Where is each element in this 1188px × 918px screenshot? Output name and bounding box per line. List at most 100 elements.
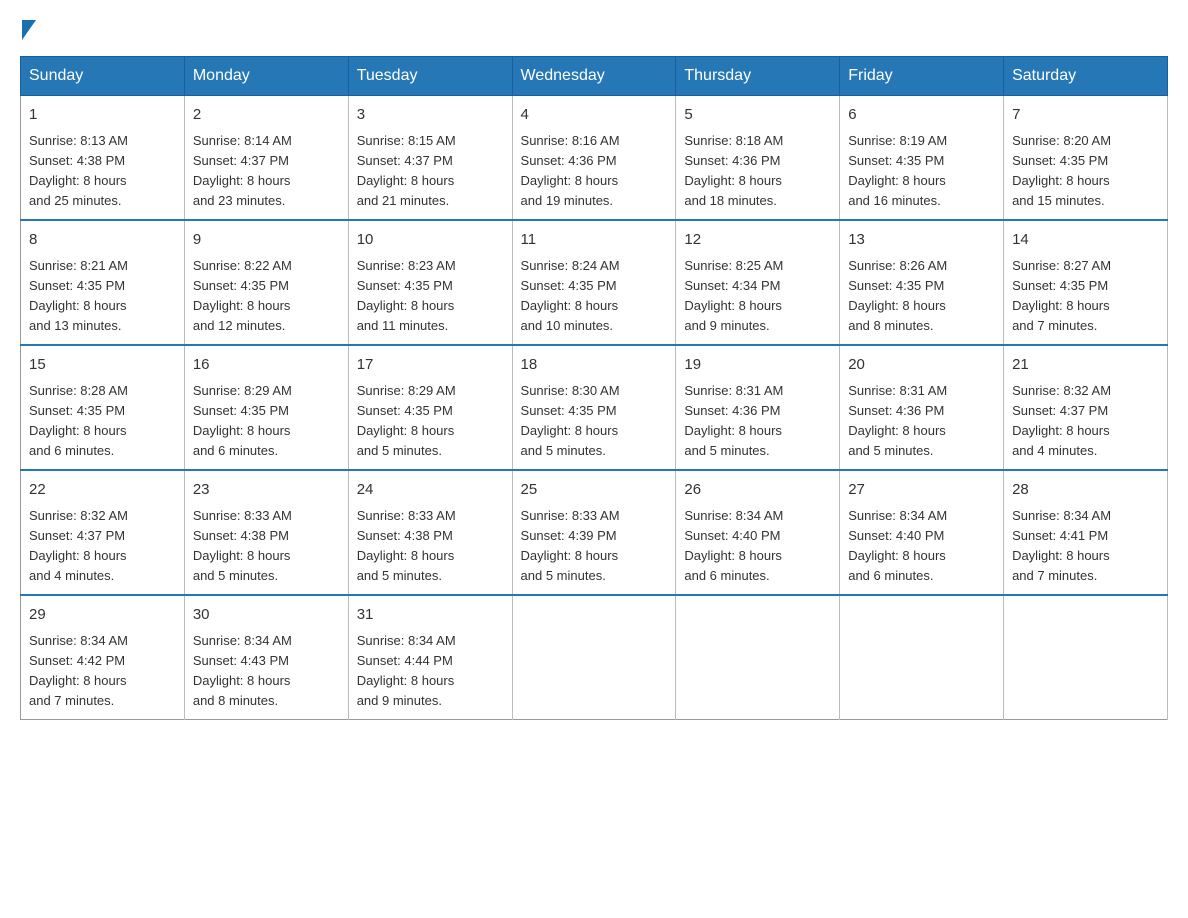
logo-text <box>20 20 38 40</box>
calendar-cell: 13 Sunrise: 8:26 AMSunset: 4:35 PMDayligh… <box>840 220 1004 345</box>
calendar-week-row: 22 Sunrise: 8:32 AMSunset: 4:37 PMDayligh… <box>21 470 1168 595</box>
calendar-cell: 24 Sunrise: 8:33 AMSunset: 4:38 PMDayligh… <box>348 470 512 595</box>
cell-content: Sunrise: 8:24 AMSunset: 4:35 PMDaylight:… <box>521 256 668 337</box>
cell-content: Sunrise: 8:19 AMSunset: 4:35 PMDaylight:… <box>848 131 995 212</box>
day-number: 6 <box>848 104 995 127</box>
cell-content: Sunrise: 8:34 AMSunset: 4:44 PMDaylight:… <box>357 631 504 712</box>
calendar-week-row: 1Sunrise: 8:13 AMSunset: 4:38 PMDaylight… <box>21 96 1168 221</box>
calendar-cell: 6 Sunrise: 8:19 AMSunset: 4:35 PMDaylight… <box>840 96 1004 221</box>
cell-content: Sunrise: 8:32 AMSunset: 4:37 PMDaylight:… <box>1012 381 1159 462</box>
calendar-cell: 27 Sunrise: 8:34 AMSunset: 4:40 PMDayligh… <box>840 470 1004 595</box>
day-number: 2 <box>193 104 340 127</box>
calendar-week-row: 29 Sunrise: 8:34 AMSunset: 4:42 PMDayligh… <box>21 595 1168 720</box>
calendar-cell: 29 Sunrise: 8:34 AMSunset: 4:42 PMDayligh… <box>21 595 185 720</box>
cell-content: Sunrise: 8:34 AMSunset: 4:42 PMDaylight:… <box>29 631 176 712</box>
cell-content: Sunrise: 8:29 AMSunset: 4:35 PMDaylight:… <box>357 381 504 462</box>
day-number: 18 <box>521 354 668 377</box>
calendar-cell: 30Sunrise: 8:34 AMSunset: 4:43 PMDayligh… <box>184 595 348 720</box>
weekday-header-monday: Monday <box>184 57 348 96</box>
calendar-cell: 8 Sunrise: 8:21 AMSunset: 4:35 PMDaylight… <box>21 220 185 345</box>
cell-content: Sunrise: 8:33 AMSunset: 4:38 PMDaylight:… <box>357 506 504 587</box>
cell-content: Sunrise: 8:20 AMSunset: 4:35 PMDaylight:… <box>1012 131 1159 212</box>
cell-content: Sunrise: 8:23 AMSunset: 4:35 PMDaylight:… <box>357 256 504 337</box>
day-number: 15 <box>29 354 176 377</box>
calendar-cell: 10 Sunrise: 8:23 AMSunset: 4:35 PMDayligh… <box>348 220 512 345</box>
weekday-header-wednesday: Wednesday <box>512 57 676 96</box>
calendar-cell: 25 Sunrise: 8:33 AMSunset: 4:39 PMDayligh… <box>512 470 676 595</box>
logo <box>20 20 38 36</box>
cell-content: Sunrise: 8:31 AMSunset: 4:36 PMDaylight:… <box>684 381 831 462</box>
calendar-cell: 9 Sunrise: 8:22 AMSunset: 4:35 PMDaylight… <box>184 220 348 345</box>
calendar-cell: 17 Sunrise: 8:29 AMSunset: 4:35 PMDayligh… <box>348 345 512 470</box>
day-number: 9 <box>193 229 340 252</box>
cell-content: Sunrise: 8:16 AMSunset: 4:36 PMDaylight:… <box>521 131 668 212</box>
day-number: 22 <box>29 479 176 502</box>
calendar-cell: 23Sunrise: 8:33 AMSunset: 4:38 PMDayligh… <box>184 470 348 595</box>
cell-content: Sunrise: 8:33 AMSunset: 4:39 PMDaylight:… <box>521 506 668 587</box>
calendar-cell: 11 Sunrise: 8:24 AMSunset: 4:35 PMDayligh… <box>512 220 676 345</box>
cell-content: Sunrise: 8:27 AMSunset: 4:35 PMDaylight:… <box>1012 256 1159 337</box>
calendar-table: SundayMondayTuesdayWednesdayThursdayFrid… <box>20 56 1168 720</box>
cell-content: Sunrise: 8:26 AMSunset: 4:35 PMDaylight:… <box>848 256 995 337</box>
day-number: 10 <box>357 229 504 252</box>
day-number: 8 <box>29 229 176 252</box>
page-header <box>20 20 1168 36</box>
cell-content: Sunrise: 8:28 AMSunset: 4:35 PMDaylight:… <box>29 381 176 462</box>
calendar-week-row: 8 Sunrise: 8:21 AMSunset: 4:35 PMDaylight… <box>21 220 1168 345</box>
calendar-cell: 28Sunrise: 8:34 AMSunset: 4:41 PMDayligh… <box>1004 470 1168 595</box>
day-number: 24 <box>357 479 504 502</box>
calendar-week-row: 15 Sunrise: 8:28 AMSunset: 4:35 PMDayligh… <box>21 345 1168 470</box>
day-number: 4 <box>521 104 668 127</box>
day-number: 21 <box>1012 354 1159 377</box>
day-number: 12 <box>684 229 831 252</box>
cell-content: Sunrise: 8:29 AMSunset: 4:35 PMDaylight:… <box>193 381 340 462</box>
day-number: 7 <box>1012 104 1159 127</box>
cell-content: Sunrise: 8:15 AMSunset: 4:37 PMDaylight:… <box>357 131 504 212</box>
cell-content: Sunrise: 8:18 AMSunset: 4:36 PMDaylight:… <box>684 131 831 212</box>
calendar-cell: 3 Sunrise: 8:15 AMSunset: 4:37 PMDaylight… <box>348 96 512 221</box>
cell-content: Sunrise: 8:32 AMSunset: 4:37 PMDaylight:… <box>29 506 176 587</box>
cell-content: Sunrise: 8:31 AMSunset: 4:36 PMDaylight:… <box>848 381 995 462</box>
day-number: 27 <box>848 479 995 502</box>
logo-triangle-icon <box>22 20 36 40</box>
day-number: 16 <box>193 354 340 377</box>
calendar-cell <box>840 595 1004 720</box>
day-number: 20 <box>848 354 995 377</box>
day-number: 13 <box>848 229 995 252</box>
cell-content: Sunrise: 8:33 AMSunset: 4:38 PMDaylight:… <box>193 506 340 587</box>
day-number: 11 <box>521 229 668 252</box>
weekday-header-saturday: Saturday <box>1004 57 1168 96</box>
calendar-cell: 22 Sunrise: 8:32 AMSunset: 4:37 PMDayligh… <box>21 470 185 595</box>
day-number: 25 <box>521 479 668 502</box>
day-number: 5 <box>684 104 831 127</box>
calendar-cell: 14Sunrise: 8:27 AMSunset: 4:35 PMDayligh… <box>1004 220 1168 345</box>
calendar-cell: 26Sunrise: 8:34 AMSunset: 4:40 PMDayligh… <box>676 470 840 595</box>
day-number: 17 <box>357 354 504 377</box>
cell-content: Sunrise: 8:22 AMSunset: 4:35 PMDaylight:… <box>193 256 340 337</box>
cell-content: Sunrise: 8:25 AMSunset: 4:34 PMDaylight:… <box>684 256 831 337</box>
calendar-cell: 4 Sunrise: 8:16 AMSunset: 4:36 PMDaylight… <box>512 96 676 221</box>
day-number: 3 <box>357 104 504 127</box>
weekday-header-friday: Friday <box>840 57 1004 96</box>
day-number: 28 <box>1012 479 1159 502</box>
calendar-cell: 15 Sunrise: 8:28 AMSunset: 4:35 PMDayligh… <box>21 345 185 470</box>
calendar-cell <box>512 595 676 720</box>
day-number: 31 <box>357 604 504 627</box>
calendar-cell: 19 Sunrise: 8:31 AMSunset: 4:36 PMDayligh… <box>676 345 840 470</box>
day-number: 30 <box>193 604 340 627</box>
calendar-cell: 2 Sunrise: 8:14 AMSunset: 4:37 PMDaylight… <box>184 96 348 221</box>
day-number: 1 <box>29 104 176 127</box>
day-number: 26 <box>684 479 831 502</box>
cell-content: Sunrise: 8:34 AMSunset: 4:40 PMDaylight:… <box>848 506 995 587</box>
day-number: 29 <box>29 604 176 627</box>
cell-content: Sunrise: 8:14 AMSunset: 4:37 PMDaylight:… <box>193 131 340 212</box>
calendar-cell: 12 Sunrise: 8:25 AMSunset: 4:34 PMDayligh… <box>676 220 840 345</box>
cell-content: Sunrise: 8:21 AMSunset: 4:35 PMDaylight:… <box>29 256 176 337</box>
calendar-cell <box>676 595 840 720</box>
day-number: 19 <box>684 354 831 377</box>
calendar-cell: 7 Sunrise: 8:20 AMSunset: 4:35 PMDaylight… <box>1004 96 1168 221</box>
calendar-cell: 1Sunrise: 8:13 AMSunset: 4:38 PMDaylight… <box>21 96 185 221</box>
calendar-cell: 20 Sunrise: 8:31 AMSunset: 4:36 PMDayligh… <box>840 345 1004 470</box>
calendar-cell <box>1004 595 1168 720</box>
calendar-cell: 5 Sunrise: 8:18 AMSunset: 4:36 PMDaylight… <box>676 96 840 221</box>
